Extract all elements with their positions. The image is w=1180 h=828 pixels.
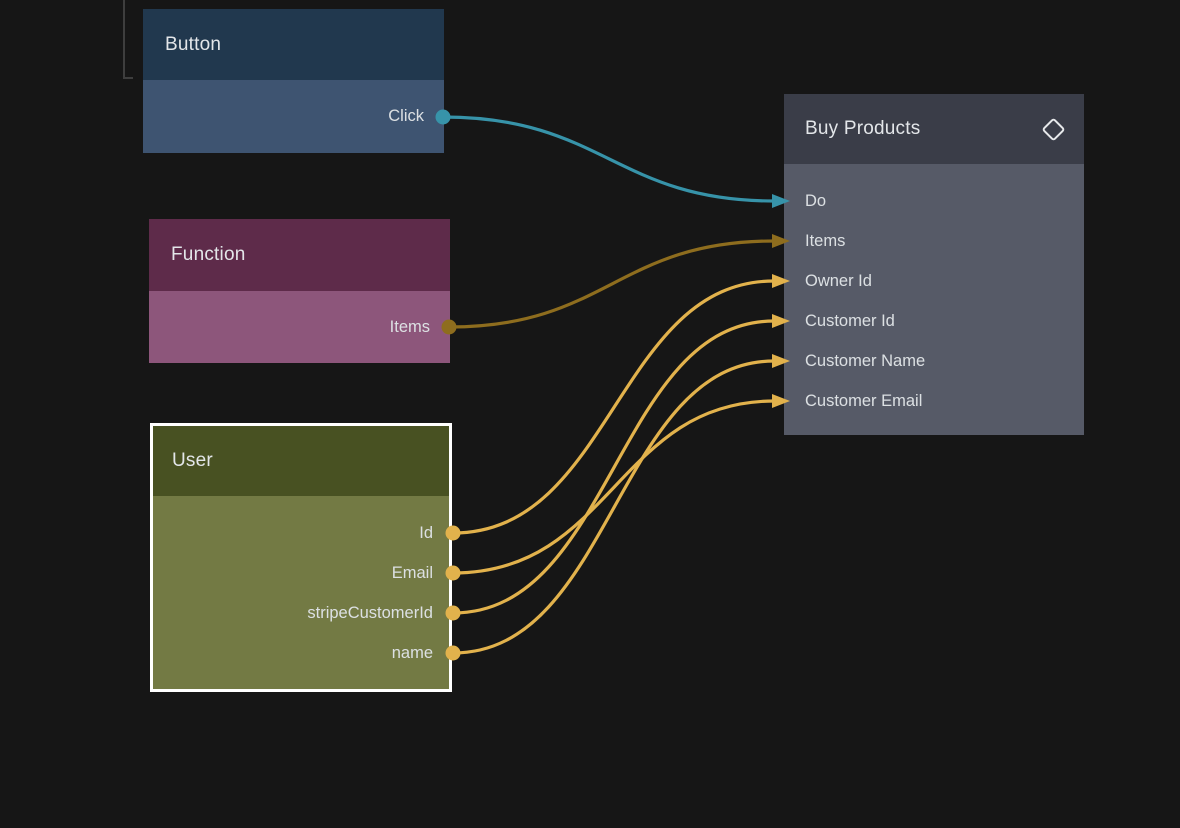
port-label: Customer Name bbox=[805, 352, 925, 371]
wire-email-to-customer-email[interactable] bbox=[453, 401, 774, 573]
port-name-output[interactable]: name bbox=[153, 633, 433, 673]
port-id-output[interactable]: Id bbox=[153, 513, 433, 553]
port-email-output[interactable]: Email bbox=[153, 553, 433, 593]
node-user-header[interactable]: User bbox=[153, 426, 449, 496]
port-stripecustomerid-output[interactable]: stripeCustomerId bbox=[153, 593, 433, 633]
node-editor-canvas[interactable]: Button Click Function Items User Id E bbox=[0, 0, 1180, 828]
port-label: Customer Email bbox=[805, 392, 922, 411]
node-function-header[interactable]: Function bbox=[149, 219, 450, 291]
port-label: Click bbox=[388, 107, 424, 126]
wire-items-to-items[interactable] bbox=[449, 241, 774, 327]
diamond-icon bbox=[1041, 117, 1065, 141]
port-label: Items bbox=[805, 232, 845, 251]
node-title: Function bbox=[171, 244, 245, 266]
node-buy-products[interactable]: Buy Products Do Items Owner Id Customer … bbox=[784, 94, 1084, 435]
port-customer-email-input[interactable]: Customer Email bbox=[805, 381, 1084, 421]
node-button[interactable]: Button Click bbox=[143, 9, 444, 153]
port-label: Id bbox=[419, 524, 433, 543]
port-label: stripeCustomerId bbox=[307, 604, 433, 623]
node-user[interactable]: User Id Email stripeCustomerId name bbox=[150, 423, 452, 692]
port-label: name bbox=[392, 644, 433, 663]
node-button-header[interactable]: Button bbox=[143, 9, 444, 80]
wire-click-to-do[interactable] bbox=[443, 117, 774, 201]
node-buy-products-body: Do Items Owner Id Customer Id Customer N… bbox=[784, 164, 1084, 435]
wire-name-to-customer-name[interactable] bbox=[453, 361, 774, 653]
node-function[interactable]: Function Items bbox=[149, 219, 450, 363]
node-title: User bbox=[172, 450, 213, 472]
port-items-output[interactable]: Items bbox=[149, 307, 430, 347]
node-buy-products-header[interactable]: Buy Products bbox=[784, 94, 1084, 164]
port-customer-id-input[interactable]: Customer Id bbox=[805, 301, 1084, 341]
port-label: Items bbox=[390, 318, 430, 337]
port-do-input[interactable]: Do bbox=[805, 181, 1084, 221]
port-items-input[interactable]: Items bbox=[805, 221, 1084, 261]
port-label: Owner Id bbox=[805, 272, 872, 291]
wire-stripecustomerid-to-customer-id[interactable] bbox=[453, 321, 774, 613]
node-title: Button bbox=[165, 34, 221, 56]
wire-id-to-owner-id[interactable] bbox=[453, 281, 774, 533]
port-customer-name-input[interactable]: Customer Name bbox=[805, 341, 1084, 381]
port-label: Customer Id bbox=[805, 312, 895, 331]
node-function-body: Items bbox=[149, 291, 450, 363]
port-label: Email bbox=[392, 564, 433, 583]
port-click-output[interactable]: Click bbox=[143, 97, 424, 137]
node-title: Buy Products bbox=[805, 118, 920, 140]
port-owner-id-input[interactable]: Owner Id bbox=[805, 261, 1084, 301]
offscreen-frame-corner bbox=[123, 0, 133, 79]
port-label: Do bbox=[805, 192, 826, 211]
node-button-body: Click bbox=[143, 80, 444, 153]
node-user-body: Id Email stripeCustomerId name bbox=[153, 496, 449, 689]
